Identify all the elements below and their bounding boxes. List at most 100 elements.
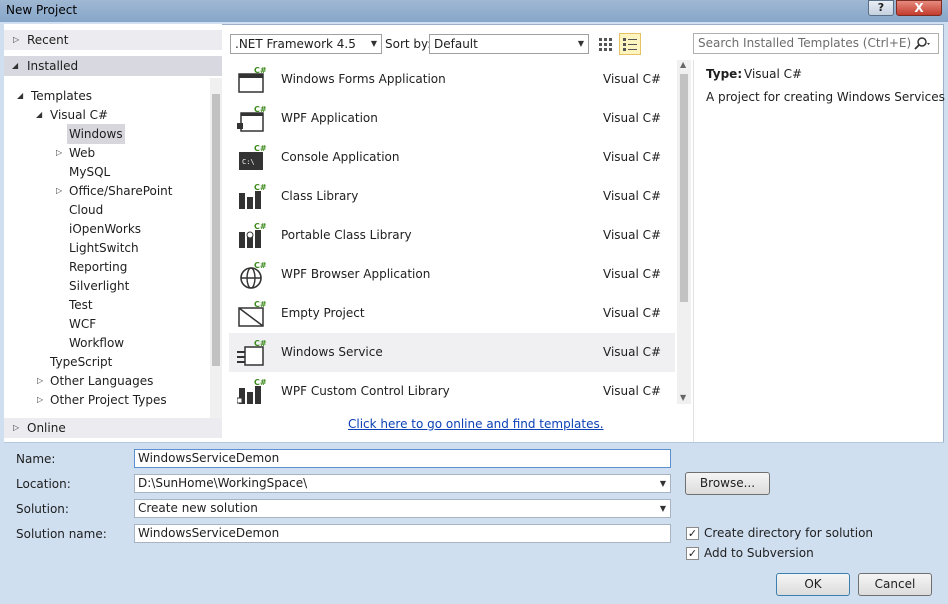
solution-select[interactable]: Create new solution ▼ <box>134 499 671 518</box>
template-name: Console Application <box>281 150 400 164</box>
tree-node-templates[interactable]: ◢ Templates <box>4 86 222 106</box>
tree-node-silverlight[interactable]: Silverlight <box>4 276 222 296</box>
svg-text:C:\: C:\ <box>242 158 255 166</box>
tree-scrollbar-thumb[interactable] <box>212 94 220 366</box>
title-bar[interactable] <box>0 0 948 22</box>
grid-view-icon <box>599 38 612 51</box>
installed-section[interactable]: ◢ Installed <box>4 56 222 76</box>
tree-node-visual-csharp[interactable]: ◢ Visual C# <box>4 105 222 125</box>
sort-select[interactable]: Default ▼ <box>429 34 589 54</box>
find-templates-online-link[interactable]: Click here to go online and find templat… <box>348 417 604 431</box>
template-language: Visual C# <box>603 384 662 398</box>
expand-icon: ▷ <box>13 423 20 432</box>
cancel-button[interactable]: Cancel <box>858 573 932 596</box>
other-project-types-label: Other Project Types <box>50 393 167 407</box>
location-combo[interactable]: D:\SunHome\WorkingSpace\ ▼ <box>134 474 671 493</box>
tree-node-web[interactable]: ▷ Web <box>4 143 222 163</box>
other-languages-label: Other Languages <box>50 374 154 388</box>
custom-control-icon: C# <box>237 378 267 404</box>
svg-text:C#: C# <box>254 222 267 231</box>
scroll-down-icon[interactable]: ▼ <box>680 393 686 402</box>
template-language: Visual C# <box>603 306 662 320</box>
template-row-selected[interactable]: C# Windows Service Visual C# <box>229 333 675 372</box>
lightswitch-label: LightSwitch <box>69 241 139 255</box>
template-name: WPF Custom Control Library <box>281 384 450 398</box>
class-library-icon: C# <box>239 183 267 209</box>
tree-node-cloud[interactable]: Cloud <box>4 200 222 220</box>
template-row[interactable]: C# WPF Application Visual C# <box>229 99 675 138</box>
tree-node-other-languages[interactable]: ▷ Other Languages <box>4 371 222 391</box>
search-input[interactable]: Search Installed Templates (Ctrl+E) <box>693 33 939 54</box>
tree-node-mysql[interactable]: MySQL <box>4 162 222 182</box>
help-button[interactable]: ? <box>868 0 894 16</box>
template-row[interactable]: C:\ C# Console Application Visual C# <box>229 138 675 177</box>
scroll-up-icon[interactable]: ▲ <box>680 60 686 69</box>
add-to-subversion-checkbox[interactable]: ✓ <box>686 547 699 560</box>
search-icon <box>914 37 930 50</box>
expand-icon: ▷ <box>37 395 44 404</box>
collapse-icon: ◢ <box>36 110 43 119</box>
template-name: Class Library <box>281 189 359 203</box>
type-value: Visual C# <box>744 67 803 81</box>
template-list-scrollbar-thumb[interactable] <box>680 74 688 302</box>
test-label: Test <box>69 298 93 312</box>
create-directory-label: Create directory for solution <box>704 526 874 540</box>
tree-node-iopenworks[interactable]: iOpenWorks <box>4 219 222 239</box>
office-sharepoint-label: Office/SharePoint <box>69 184 173 198</box>
reporting-label: Reporting <box>69 260 128 274</box>
expand-icon: ▷ <box>56 186 63 195</box>
windows-label: Windows <box>67 124 125 144</box>
template-language: Visual C# <box>603 72 662 86</box>
svg-text:C#: C# <box>254 183 267 192</box>
create-directory-checkbox[interactable]: ✓ <box>686 527 699 540</box>
tree-node-office-sharepoint[interactable]: ▷ Office/SharePoint <box>4 181 222 201</box>
tree-node-reporting[interactable]: Reporting <box>4 257 222 277</box>
solution-name-input[interactable]: WindowsServiceDemon <box>134 524 671 543</box>
framework-select[interactable]: .NET Framework 4.5 ▼ <box>230 34 382 54</box>
template-row[interactable]: C# Windows Forms Application Visual C# <box>229 60 675 99</box>
template-row[interactable]: C# Class Library Visual C# <box>229 177 675 216</box>
tree-node-wcf[interactable]: WCF <box>4 314 222 334</box>
tree-node-lightswitch[interactable]: LightSwitch <box>4 238 222 258</box>
sort-value: Default <box>434 37 478 51</box>
browse-button[interactable]: Browse... <box>685 472 770 495</box>
tree-node-windows[interactable]: Windows <box>4 124 222 144</box>
small-icons-view-button[interactable] <box>596 34 616 54</box>
globe-icon: C# <box>240 261 267 289</box>
template-tree-pane: ▷ Recent ◢ Installed ◢ Templates ◢ Visua… <box>4 24 222 442</box>
template-row[interactable]: C# WPF Custom Control Library Visual C# <box>229 372 675 411</box>
expand-icon: ▷ <box>37 376 44 385</box>
template-row[interactable]: C# WPF Browser Application Visual C# <box>229 255 675 294</box>
dropdown-arrow-icon: ▼ <box>659 479 666 488</box>
tree-node-workflow[interactable]: Workflow <box>4 333 222 353</box>
name-label: Name: <box>16 452 56 466</box>
template-row[interactable]: C# Portable Class Library Visual C# <box>229 216 675 255</box>
template-language: Visual C# <box>603 345 662 359</box>
wcf-label: WCF <box>69 317 97 331</box>
template-row[interactable]: C# Empty Project Visual C# <box>229 294 675 333</box>
close-button[interactable]: X <box>896 0 942 16</box>
ok-button[interactable]: OK <box>776 573 850 596</box>
tree-node-typescript[interactable]: TypeScript <box>4 352 222 372</box>
recent-label: Recent <box>27 33 69 47</box>
name-input[interactable]: WindowsServiceDemon <box>134 449 671 468</box>
solution-value: Create new solution <box>138 501 258 515</box>
svg-text:C#: C# <box>254 378 267 387</box>
list-view-icon <box>623 38 637 51</box>
expand-icon: ▷ <box>56 148 63 157</box>
installed-label: Installed <box>27 59 79 73</box>
svg-text:C#: C# <box>254 105 267 114</box>
template-name: WPF Browser Application <box>281 267 431 281</box>
svg-text:C#: C# <box>254 339 267 348</box>
dropdown-arrow-icon: ▼ <box>577 39 584 48</box>
list-view-button[interactable] <box>619 33 641 55</box>
tree-node-test[interactable]: Test <box>4 295 222 315</box>
tree-node-other-project-types[interactable]: ▷ Other Project Types <box>4 390 222 410</box>
online-section[interactable]: ▷ Online <box>4 418 222 438</box>
winforms-icon: C# <box>238 66 267 93</box>
cloud-label: Cloud <box>69 203 104 217</box>
recent-section[interactable]: ▷ Recent <box>4 30 222 50</box>
name-value: WindowsServiceDemon <box>138 451 280 465</box>
typescript-label: TypeScript <box>50 355 113 369</box>
portable-class-library-icon: C# <box>239 222 267 248</box>
